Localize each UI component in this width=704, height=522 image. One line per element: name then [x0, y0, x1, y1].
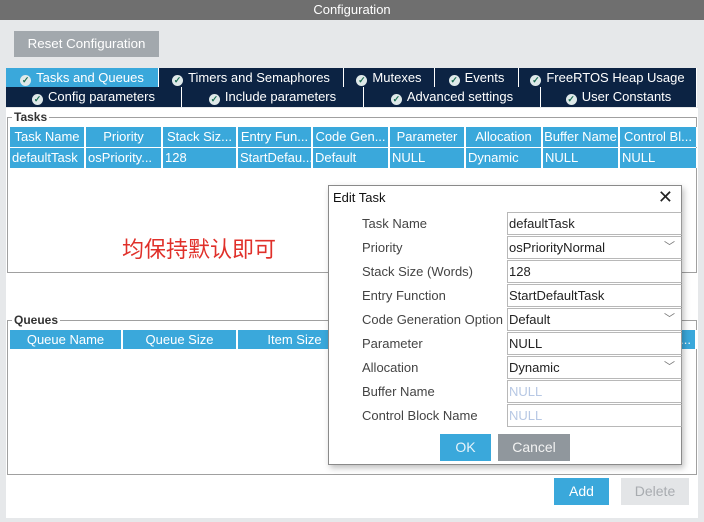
tab-label: Include parameters	[224, 89, 337, 104]
tab-label: Tasks and Queues	[36, 70, 144, 85]
check-circle-icon: ✓	[390, 94, 402, 105]
add-button[interactable]: Add	[554, 478, 609, 505]
check-circle-icon: ✓	[208, 94, 220, 105]
field-input[interactable]: NULL	[507, 332, 682, 355]
field-label: Code Generation Option	[362, 312, 503, 327]
column-header[interactable]: Task Name	[10, 127, 86, 147]
tab-events[interactable]: ✓ Events	[435, 68, 519, 88]
tab-timers-and-semaphores[interactable]: ✓ Timers and Semaphores	[159, 68, 344, 88]
tab-mutexes[interactable]: ✓ Mutexes	[344, 68, 435, 88]
chevron-down-icon: ﹀	[664, 361, 675, 373]
check-circle-icon: ✓	[356, 75, 368, 86]
field-input[interactable]: 128	[507, 260, 682, 283]
field-value: NULL	[509, 408, 543, 423]
tab-label: Advanced settings	[406, 89, 514, 104]
tab-tasks-and-queues[interactable]: ✓ Tasks and Queues	[6, 68, 159, 88]
column-header[interactable]: Stack Siz...	[163, 127, 238, 147]
annotation-text: 均保持默认即可	[122, 238, 277, 263]
chevron-down-icon: ﹀	[664, 313, 675, 325]
field-select[interactable]: Default ﹀	[507, 308, 682, 331]
field-value: Dynamic	[509, 360, 560, 375]
dialog-title: Edit Task	[333, 190, 386, 205]
tab-advanced-settings[interactable]: ✓ Advanced settings	[364, 87, 541, 107]
ok-button[interactable]: OK	[440, 434, 491, 461]
tasks-group-label: Tasks	[12, 110, 50, 124]
table-cell[interactable]: Dynamic	[466, 148, 543, 168]
field-label: Control Block Name	[362, 408, 478, 423]
field-label: Allocation	[362, 360, 419, 375]
window-title: Configuration	[0, 0, 704, 20]
field-label: Task Name	[362, 216, 428, 231]
column-header[interactable]: Queue Size	[123, 330, 238, 349]
column-header[interactable]: Control Bl...	[620, 127, 698, 147]
column-header[interactable]: Allocation	[466, 127, 543, 147]
column-header[interactable]: Queue Name	[10, 330, 123, 349]
field-label: Parameter	[362, 336, 423, 351]
field-input[interactable]: NULL	[507, 404, 682, 427]
field-label: Buffer Name	[362, 384, 435, 399]
column-header[interactable]: Priority	[86, 127, 163, 147]
tab-label: Config parameters	[48, 89, 155, 104]
table-cell[interactable]: NULL	[390, 148, 466, 168]
column-header[interactable]: Entry Fun...	[238, 127, 313, 147]
field-value: StartDefaultTask	[509, 288, 605, 303]
tab-config-parameters[interactable]: ✓ Config parameters	[6, 87, 182, 107]
tab-freertos-heap-usage[interactable]: ✓ FreeRTOS Heap Usage	[519, 68, 697, 88]
field-value: osPriorityNormal	[509, 240, 606, 255]
field-select[interactable]: osPriorityNormal ﹀	[507, 236, 682, 259]
field-label: Stack Size (Words)	[362, 264, 474, 279]
queues-group-label: Queues	[12, 313, 61, 327]
field-input[interactable]: NULL	[507, 380, 682, 403]
column-header[interactable]: Code Gen...	[313, 127, 390, 147]
tab-label: Mutexes	[372, 70, 422, 85]
tab-user-constants[interactable]: ✓ User Constants	[541, 87, 697, 107]
field-value: defaultTask	[509, 216, 575, 231]
table-cell[interactable]: 128	[163, 148, 238, 168]
table-cell[interactable]: NULL	[543, 148, 620, 168]
field-value: NULL	[509, 384, 543, 399]
chevron-down-icon: ﹀	[664, 241, 675, 253]
delete-button[interactable]: Delete	[621, 478, 689, 505]
column-header[interactable]: Parameter	[390, 127, 466, 147]
column-header[interactable]: Buffer Name	[543, 127, 620, 147]
field-value: Default	[509, 312, 551, 327]
field-input[interactable]: StartDefaultTask	[507, 284, 682, 307]
cancel-button[interactable]: Cancel	[498, 434, 570, 461]
check-circle-icon: ✓	[565, 94, 577, 105]
field-label: Priority	[362, 240, 403, 255]
close-icon[interactable]: ✕	[658, 187, 673, 208]
field-value: 128	[509, 264, 531, 279]
tab-label: User Constants	[581, 89, 672, 104]
table-cell[interactable]: defaultTask	[10, 148, 86, 168]
tab-label: Timers and Semaphores	[188, 70, 330, 85]
table-cell[interactable]: NULL	[620, 148, 698, 168]
tab-include-parameters[interactable]: ✓ Include parameters	[182, 87, 364, 107]
field-label: Entry Function	[362, 288, 446, 303]
tab-label: Events	[464, 70, 505, 85]
field-select[interactable]: Dynamic ﹀	[507, 356, 682, 379]
check-circle-icon: ✓	[172, 75, 184, 86]
table-cell[interactable]: osPriority...	[86, 148, 163, 168]
table-cell[interactable]: Default	[313, 148, 390, 168]
check-circle-icon: ✓	[530, 75, 542, 86]
reset-configuration-button[interactable]: Reset Configuration	[14, 31, 159, 57]
field-input[interactable]: defaultTask	[507, 212, 682, 235]
check-circle-icon: ✓	[20, 75, 32, 86]
edit-task-dialog: Edit Task ✕ Task Name defaultTask Priority…	[328, 185, 682, 465]
field-value: NULL	[509, 336, 543, 351]
check-circle-icon: ✓	[448, 75, 460, 86]
tab-label: FreeRTOS Heap Usage	[546, 70, 685, 85]
table-cell[interactable]: StartDefau...	[238, 148, 313, 168]
check-circle-icon: ✓	[32, 94, 44, 105]
